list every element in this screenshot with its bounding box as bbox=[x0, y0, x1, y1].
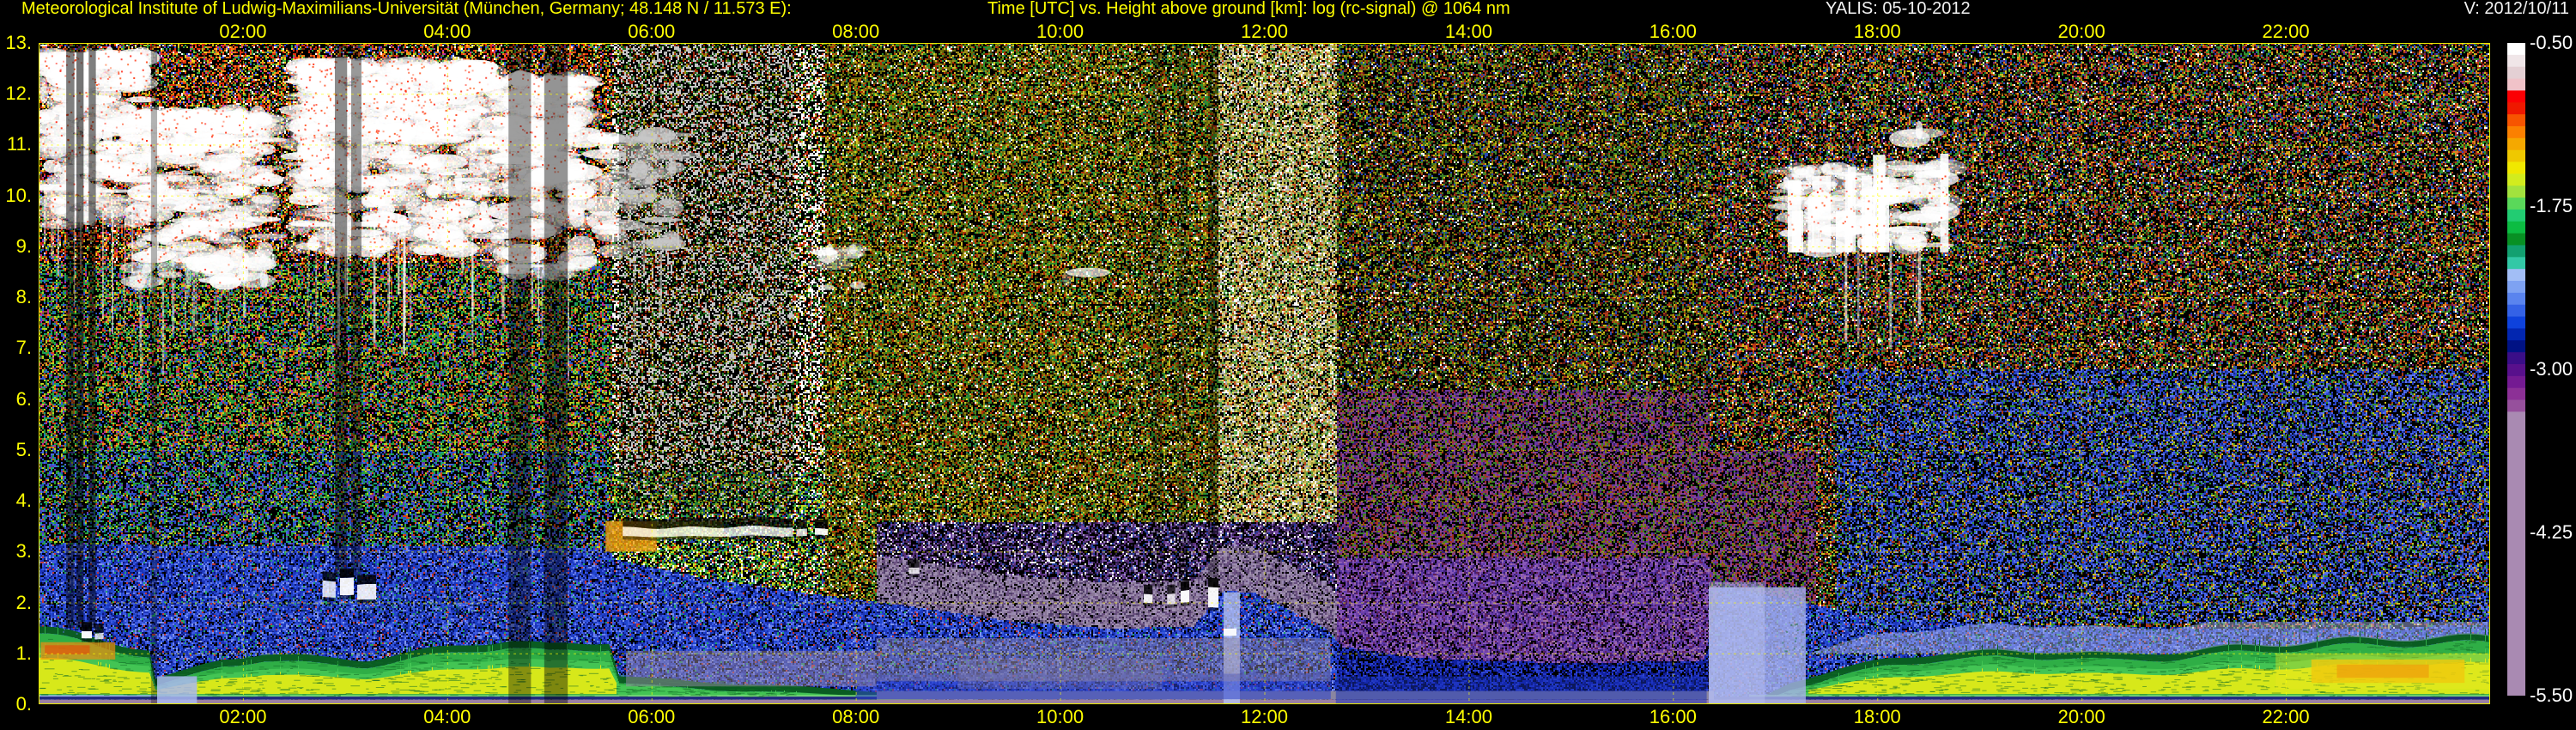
y-axis: 13. 12. 11. 10. 9. 8. 7. 6. 5. 4. 3. 2. 1. 0. bbox=[0, 0, 35, 730]
x-tick-top-16:00: 16:00 bbox=[1649, 21, 1697, 42]
institute-title: Meteorological Institute of Ludwig-Maxim… bbox=[21, 0, 792, 18]
colorbar-tick--5.50: -5.50 bbox=[2530, 684, 2573, 706]
colorbar-tick--1.75: -1.75 bbox=[2530, 195, 2573, 216]
plot-title: Time [UTC] vs. Height above ground [km]:… bbox=[987, 0, 1510, 18]
x-tick-top-14:00: 14:00 bbox=[1444, 21, 1492, 42]
colorbar bbox=[2507, 43, 2525, 696]
x-tick-bottom-20:00: 20:00 bbox=[2057, 706, 2105, 727]
x-tick-top-18:00: 18:00 bbox=[1853, 21, 1901, 42]
y-tick-12.: 12. bbox=[5, 82, 32, 105]
instrument-date-label: YALIS: 05-10-2012 bbox=[1826, 0, 1971, 18]
y-tick-2.: 2. bbox=[15, 591, 32, 613]
y-tick-3.: 3. bbox=[15, 540, 32, 563]
x-tick-top-22:00: 22:00 bbox=[2262, 21, 2310, 42]
y-tick-13.: 13. bbox=[5, 32, 32, 53]
lidar-heatmap-canvas bbox=[39, 43, 2490, 704]
x-tick-bottom-08:00: 08:00 bbox=[832, 706, 880, 727]
y-tick-8.: 8. bbox=[15, 286, 32, 308]
x-tick-top-08:00: 08:00 bbox=[832, 21, 880, 42]
x-tick-bottom-10:00: 10:00 bbox=[1036, 706, 1084, 727]
x-tick-top-20:00: 20:00 bbox=[2057, 21, 2105, 42]
x-tick-top-10:00: 10:00 bbox=[1036, 21, 1084, 42]
version-label: V: 2012/10/11 bbox=[2464, 0, 2569, 18]
x-tick-bottom-18:00: 18:00 bbox=[1853, 706, 1901, 727]
x-tick-bottom-14:00: 14:00 bbox=[1444, 706, 1492, 727]
x-tick-bottom-02:00: 02:00 bbox=[219, 706, 267, 727]
colorbar-tick--0.50: -0.50 bbox=[2530, 32, 2573, 53]
y-tick-9.: 9. bbox=[15, 234, 32, 257]
x-tick-top-12:00: 12:00 bbox=[1240, 21, 1289, 42]
x-tick-bottom-06:00: 06:00 bbox=[628, 706, 676, 727]
x-tick-top-02:00: 02:00 bbox=[219, 21, 267, 42]
y-tick-5.: 5. bbox=[15, 438, 32, 460]
y-tick-10.: 10. bbox=[5, 184, 32, 206]
x-tick-top-04:00: 04:00 bbox=[423, 21, 471, 42]
x-tick-bottom-16:00: 16:00 bbox=[1649, 706, 1697, 727]
x-tick-bottom-12:00: 12:00 bbox=[1240, 706, 1289, 727]
colorbar-labels: -0.50 -1.75 -3.00 -4.25 -5.50 bbox=[2530, 33, 2576, 705]
y-tick-4.: 4. bbox=[15, 490, 32, 512]
y-tick-11.: 11. bbox=[7, 133, 32, 155]
x-tick-top-06:00: 06:00 bbox=[628, 21, 676, 42]
x-tick-bottom-22:00: 22:00 bbox=[2262, 706, 2310, 727]
lidar-quicklook-page: Meteorological Institute of Ludwig-Maxim… bbox=[0, 0, 2576, 730]
y-tick-0.: 0. bbox=[15, 693, 32, 715]
x-tick-bottom-04:00: 04:00 bbox=[423, 706, 471, 727]
y-tick-1.: 1. bbox=[15, 642, 32, 664]
y-tick-7.: 7. bbox=[15, 337, 32, 359]
y-tick-6.: 6. bbox=[15, 387, 32, 410]
colorbar-tick--3.00: -3.00 bbox=[2530, 358, 2573, 380]
colorbar-tick--4.25: -4.25 bbox=[2530, 521, 2573, 543]
